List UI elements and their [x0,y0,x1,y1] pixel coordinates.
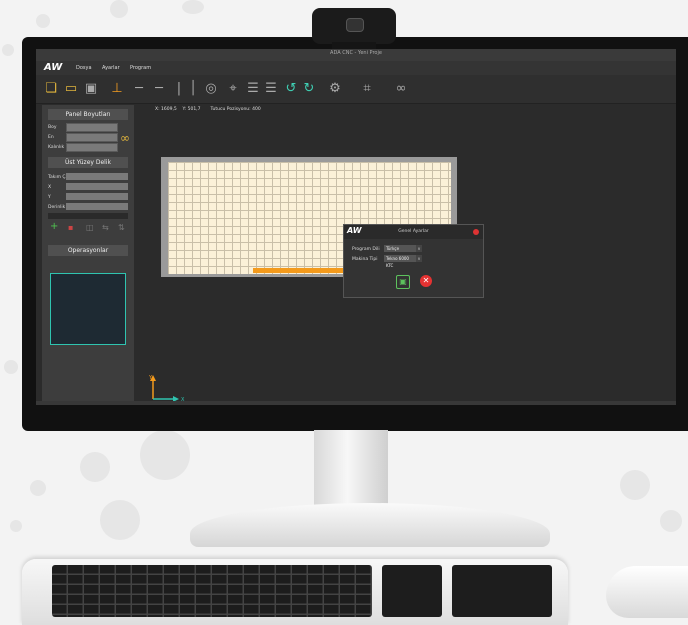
decor-dot [182,0,204,14]
decor-dot [100,500,140,540]
coordinate-readout: X: 1609,5 Y: 501,7 Tutucu Pozisyonu: 400 [155,107,261,112]
derinlik-input[interactable] [66,203,128,210]
close-icon[interactable] [473,229,479,235]
menu-program[interactable]: Program [130,65,151,71]
decor-dot [36,14,50,28]
horizontal-right-drill-icon[interactable]: ─ [150,80,168,98]
panel-dimensions-title: Panel Boyutları [48,109,128,120]
toolbar: ❏ ▭ ▣ ⊥ ─ ─ | │ ◎ ⌖ ☰ ☰ ↺ ↻ ⚙ ⌗ ∞ [36,75,676,104]
rotate-left-icon[interactable]: ↺ [282,80,300,98]
en-input[interactable] [66,133,118,142]
menu-bar: AW Dosya Ayarlar Program [36,61,676,75]
app-logo: AW [44,62,63,73]
decor-dot [620,470,650,500]
monitor-stand-base [190,503,550,547]
mouse [606,566,688,618]
dialog-title: Genel Ayarlar [398,229,429,234]
language-select[interactable]: Türkçe [384,245,416,252]
add-icon[interactable]: + [50,221,58,232]
field-label-boy: Boy [48,125,57,130]
kalinlik-input[interactable] [66,143,118,152]
language-label: Program Dili [352,247,380,252]
takim-capi-input[interactable] [66,173,128,180]
operations-list[interactable] [50,273,126,345]
app-window: ADA CNC - Yeni Proje AW Dosya Ayarlar Pr… [36,49,676,405]
decor-dot [30,480,46,496]
cancel-button[interactable]: ✕ [420,275,432,287]
copy-icon[interactable]: ◫ [86,223,94,232]
location-icon[interactable]: ⌖ [224,80,242,98]
title-bar: ADA CNC - Yeni Proje [36,49,676,61]
settings-gear-icon[interactable]: ⚙ [326,80,344,98]
save-icon[interactable]: ▣ [82,80,100,98]
webcam-lens [346,18,364,32]
open-folder-icon[interactable]: ▭ [62,80,80,98]
decor-dot [2,44,14,56]
sidebar: Panel Boyutları Boy En Kalınlık ∞ Üst Yü… [42,105,134,401]
flip-icon[interactable]: ⇅ [118,223,125,232]
keyboard-numpad [452,565,552,617]
decor-dot [140,430,190,480]
field-label-y: Y [48,195,51,200]
drill-title: Üst Yüzey Delik [48,157,128,168]
x-input[interactable] [66,183,128,190]
double-line-icon[interactable]: │ [184,80,202,98]
keyboard [22,559,568,625]
webcam [312,8,396,52]
vertical-drill-icon[interactable]: ⊥ [108,80,126,98]
grid-horizontal-icon[interactable]: ☰ [244,80,262,98]
field-label-x: X [48,185,52,190]
decor-dot [660,510,682,532]
field-label-en: En [48,135,54,140]
keyboard-main-keys [52,565,372,617]
y-input[interactable] [66,193,128,200]
link-dimensions-icon[interactable]: ∞ [120,131,130,145]
center-target-icon[interactable]: ⌗ [358,80,376,98]
field-label-kalinlik: Kalınlık [48,145,65,150]
delete-icon[interactable]: ▪ [68,223,73,232]
rotate-right-icon[interactable]: ↻ [300,80,318,98]
decor-dot [80,452,110,482]
menu-ayarlar[interactable]: Ayarlar [102,65,120,71]
new-file-icon[interactable]: ❏ [42,80,60,98]
axis-indicator: Y X [148,375,185,403]
save-button[interactable]: ▣ [396,275,410,289]
grid-double-icon[interactable]: ☰ [262,80,280,98]
chevron-down-icon[interactable]: v [416,245,422,252]
link-icon[interactable]: ∞ [392,80,410,98]
mirror-icon[interactable]: ⇆ [102,223,109,232]
window-title: ADA CNC - Yeni Proje [330,50,382,56]
general-settings-dialog: AW Genel Ayarlar Program Dili Türkçe v M… [343,224,484,298]
drill-field-spacer [48,213,128,219]
operations-title: Operasyonlar [48,245,128,256]
menu-dosya[interactable]: Dosya [76,65,92,71]
decor-dot [4,360,18,374]
machine-type-select[interactable]: Tekno 6000 KTC [384,255,416,268]
keyboard-nav-keys [382,565,442,617]
field-label-derinlik: Derinlik [48,205,66,210]
machine-type-label: Makina Tipi [352,257,378,262]
decor-dot [110,0,128,18]
decor-dot [10,520,22,532]
status-bar [36,401,676,405]
circle-drill-icon[interactable]: ◎ [202,80,220,98]
boy-input[interactable] [66,123,118,132]
chevron-down-icon[interactable]: v [416,255,422,262]
dialog-header: AW Genel Ayarlar [344,225,483,239]
horizontal-left-drill-icon[interactable]: ─ [130,80,148,98]
